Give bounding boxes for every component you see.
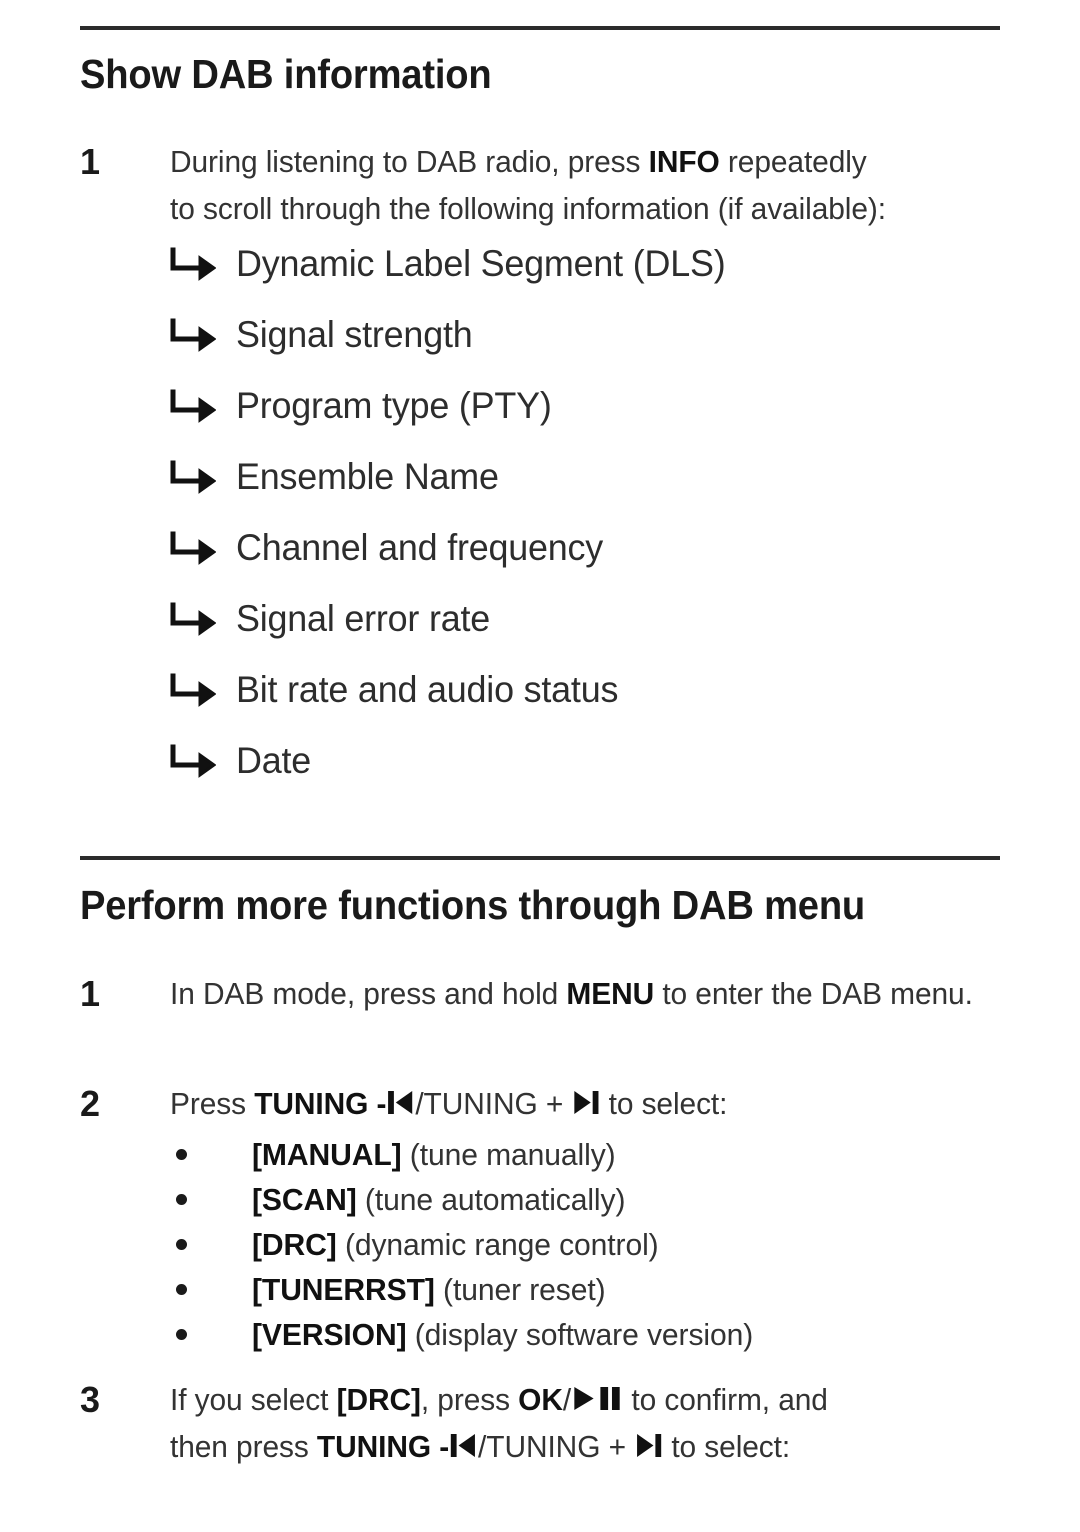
step-text: If you select [DRC], press OK/ to confir… (170, 1376, 981, 1470)
menu-option-code: [MANUAL] (252, 1136, 402, 1172)
step-text-part: If you select (170, 1382, 337, 1417)
menu-option-desc: (tune manually) (401, 1136, 616, 1172)
page-title-perform-more-functions: Perform more functions through DAB menu (80, 882, 866, 928)
step-text-part: to select: (600, 1086, 728, 1121)
list-item: Channel and frequency (170, 524, 614, 572)
skip-next-icon (572, 1089, 599, 1116)
list-item: [MANUAL] (tune manually) (176, 1132, 627, 1177)
list-item-label: [SCAN] (tune automatically) (252, 1180, 625, 1220)
step-text-part: repeatedly (719, 144, 867, 179)
step-number: 3 (80, 1379, 101, 1420)
menu-option-code: [DRC] (252, 1226, 337, 1262)
step-text-part: , press (420, 1382, 519, 1417)
menu-option-desc: (display software version) (406, 1316, 754, 1352)
step-2-dab-menu: 2 Press TUNING - /TUNING + to select: (80, 1080, 1010, 1127)
step-1-dab-menu: 1 In DAB mode, press and hold MENU to en… (80, 970, 1010, 1017)
step-3-dab-menu: 3 If you select [DRC], press OK/ to conf… (80, 1376, 1010, 1470)
skip-previous-icon (450, 1432, 477, 1459)
list-item-label: Signal error rate (236, 598, 491, 639)
list-item: [SCAN] (tune automatically) (176, 1177, 637, 1222)
step-text-part: then press (170, 1429, 317, 1464)
list-item: Dynamic Label Segment (DLS) (170, 240, 741, 288)
play-icon (572, 1385, 595, 1412)
arrow-turn-right-icon (170, 673, 236, 707)
menu-option-desc: (tune automatically) (356, 1181, 626, 1217)
arrow-turn-right-icon (170, 389, 236, 423)
list-item-label: Ensemble Name (236, 456, 499, 497)
menu-option-code: [VERSION] (252, 1316, 407, 1352)
page-title-show-dab-information: Show DAB information (80, 51, 492, 97)
list-item: Bit rate and audio status (170, 666, 630, 714)
step-text-part: to select: (663, 1429, 791, 1464)
keyword-tuning-minus: TUNING - (316, 1429, 450, 1464)
list-item-label: Channel and frequency (236, 527, 604, 568)
keyword-tuning-minus: TUNING - (254, 1086, 387, 1121)
step-text: During listening to DAB radio, press INF… (170, 138, 981, 232)
list-item-label: [TUNERRST] (tuner reset) (252, 1270, 606, 1310)
list-item-label: [MANUAL] (tune manually) (252, 1135, 616, 1175)
skip-next-icon (635, 1432, 662, 1459)
step-text-part: to confirm, and (623, 1382, 828, 1417)
bullet-dot-icon (176, 1194, 252, 1205)
arrow-turn-right-icon (170, 531, 236, 565)
menu-option-code: [SCAN] (252, 1181, 357, 1217)
step-text-part: During listening to DAB radio, press (170, 144, 649, 179)
arrow-turn-right-icon (170, 602, 236, 636)
step-text-part: In DAB mode, press and hold (170, 976, 567, 1011)
list-item: Program type (PTY) (170, 382, 561, 430)
skip-previous-icon (387, 1089, 414, 1116)
list-item-label: Bit rate and audio status (236, 669, 619, 710)
step-1-show-dab: 1 During listening to DAB radio, press I… (80, 138, 1010, 232)
list-item: [DRC] (dynamic range control) (176, 1222, 671, 1267)
list-item: [VERSION] (display software version) (176, 1312, 769, 1357)
step-text-part: /TUNING + (415, 1086, 572, 1121)
bullet-dot-icon (176, 1284, 252, 1295)
menu-option-desc: (dynamic range control) (336, 1226, 659, 1262)
step-text: Press TUNING - /TUNING + to select: (170, 1080, 981, 1127)
arrow-turn-right-icon (170, 247, 236, 281)
list-item-label: [VERSION] (display software version) (252, 1315, 753, 1355)
section-divider-top (80, 26, 1000, 30)
step-text-part: Press (170, 1086, 255, 1121)
list-item-label: Dynamic Label Segment (DLS) (236, 243, 726, 284)
list-item: Signal error rate (170, 595, 498, 643)
bullet-dot-icon (176, 1239, 252, 1250)
list-item-label: Program type (PTY) (236, 385, 552, 426)
step-text: In DAB mode, press and hold MENU to ente… (170, 970, 981, 1017)
list-item: Date (170, 737, 313, 785)
menu-option-desc: (tuner reset) (434, 1271, 606, 1307)
bullet-dot-icon (176, 1149, 252, 1160)
list-item: Signal strength (170, 311, 480, 359)
arrow-turn-right-icon (170, 318, 236, 352)
list-item-label: Signal strength (236, 314, 473, 355)
step-number: 1 (80, 973, 101, 1014)
list-item-label: Date (236, 740, 312, 781)
bullet-dot-icon (176, 1329, 252, 1340)
menu-option-code: [TUNERRST] (252, 1271, 435, 1307)
keyword-menu: MENU (566, 976, 655, 1011)
step-text-part: / (562, 1382, 572, 1417)
keyword-drc: [DRC] (336, 1382, 421, 1417)
keyword-ok: OK (518, 1382, 563, 1417)
list-item: [TUNERRST] (tuner reset) (176, 1267, 616, 1312)
section-divider-middle (80, 856, 1000, 860)
step-text-part: to scroll through the following informat… (170, 191, 886, 226)
arrow-turn-right-icon (170, 744, 236, 778)
keyword-info: INFO (648, 144, 720, 179)
step-number: 2 (80, 1083, 101, 1124)
pause-icon (597, 1385, 622, 1412)
arrow-turn-right-icon (170, 460, 236, 494)
list-item: Ensemble Name (170, 453, 507, 501)
step-text-part: /TUNING + (478, 1429, 635, 1464)
document-page: Show DAB information 1 During listening … (0, 0, 1080, 1532)
list-item-label: [DRC] (dynamic range control) (252, 1225, 659, 1265)
step-text-part: to enter the DAB menu. (654, 976, 973, 1011)
step-number: 1 (80, 141, 101, 182)
